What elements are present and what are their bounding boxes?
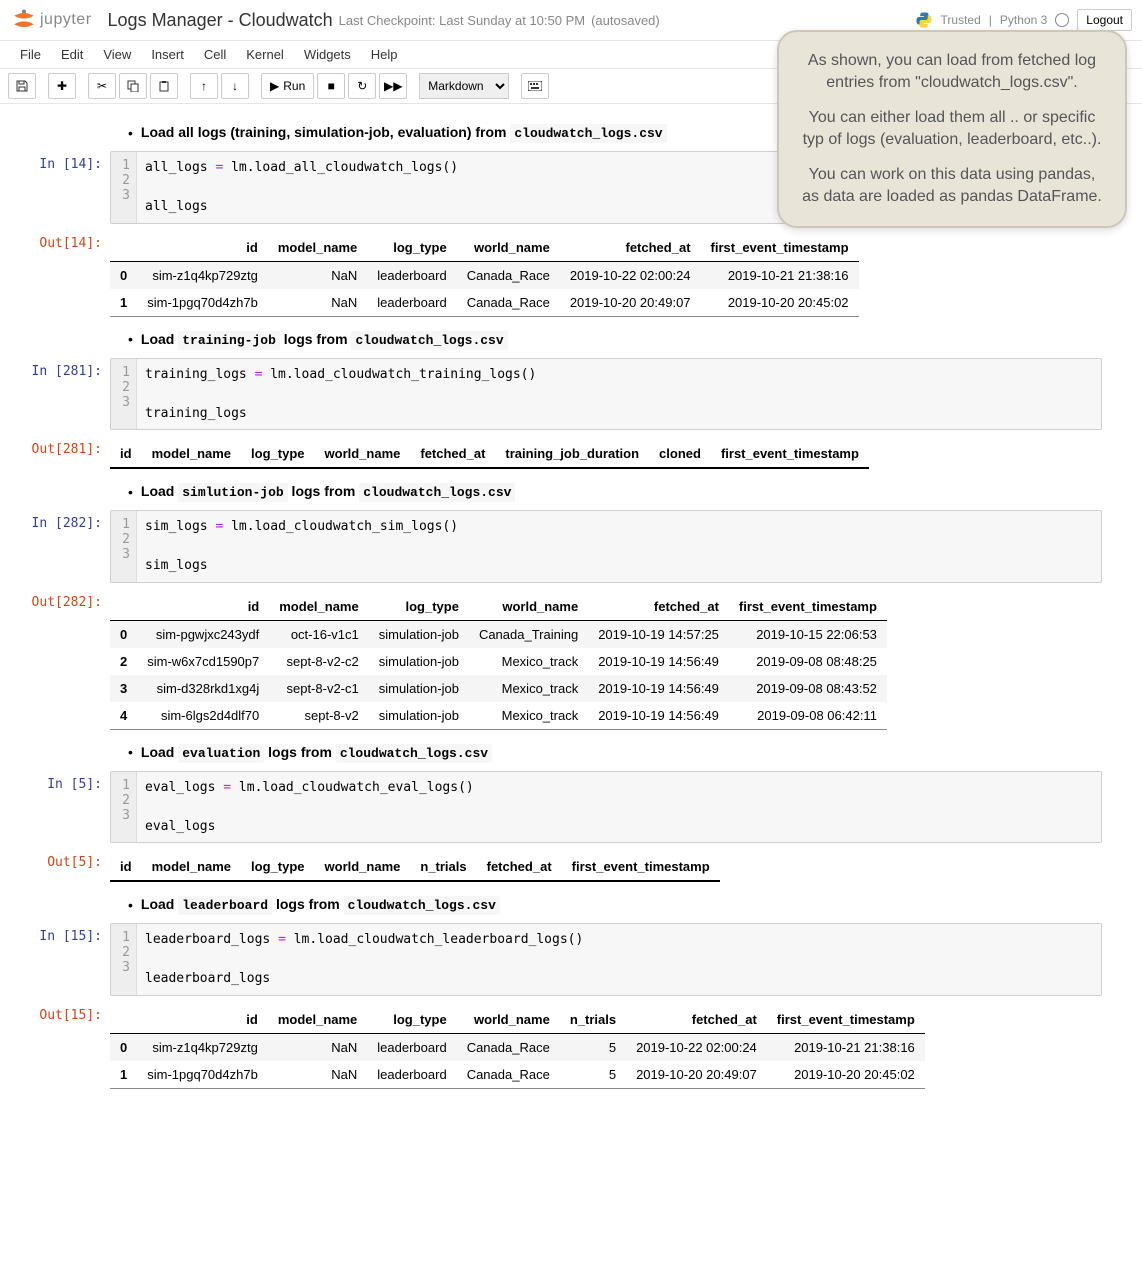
code-input[interactable]: 123 sim_logs = lm.load_cloudwatch_sim_lo… (110, 510, 1102, 583)
jupyter-logo[interactable]: jupyter (10, 6, 92, 34)
output-prompt: Out[15]: (10, 1002, 110, 1089)
output-cell: Out[15]: idmodel_namelog_typeworld_namen… (10, 1002, 1102, 1089)
output-cell: Out[5]: idmodel_namelog_typeworld_namen_… (10, 849, 1102, 882)
add-cell-button[interactable]: ✚ (48, 73, 76, 99)
code-cell[interactable]: In [5]: 123 eval_logs = lm.load_cloudwat… (10, 771, 1102, 844)
code-input[interactable]: 123 training_logs = lm.load_cloudwatch_t… (110, 358, 1102, 431)
output-cell: Out[281]: idmodel_namelog_typeworld_name… (10, 436, 1102, 469)
notebook-body: •Load all logs (training, simulation-job… (0, 104, 1142, 1143)
output-prompt: Out[5]: (10, 849, 110, 882)
menu-file[interactable]: File (10, 41, 51, 68)
paste-button[interactable] (150, 73, 178, 99)
menu-kernel[interactable]: Kernel (236, 41, 294, 68)
output-cell: Out[14]: idmodel_namelog_typeworld_namef… (10, 230, 1102, 317)
input-prompt: In [15]: (10, 923, 110, 996)
tooltip-text: As shown, you can load from fetched log … (799, 50, 1105, 95)
dataframe-table: idmodel_namelog_typeworld_namen_trialsfe… (110, 1006, 925, 1089)
menu-cell[interactable]: Cell (194, 41, 236, 68)
tooltip-text: You can work on this data using pandas, … (799, 164, 1105, 209)
line-gutter: 123 (111, 152, 137, 223)
markdown-cell[interactable]: •Load simlution-job logs from cloudwatch… (120, 483, 1102, 500)
code-input[interactable]: 123 leaderboard_logs = lm.load_cloudwatc… (110, 923, 1102, 996)
markdown-cell[interactable]: •Load evaluation logs from cloudwatch_lo… (120, 744, 1102, 761)
dataframe-table: idmodel_namelog_typeworld_namefetched_at… (110, 234, 859, 317)
input-prompt: In [5]: (10, 771, 110, 844)
autosaved-text: (autosaved) (591, 13, 660, 28)
cell-type-select[interactable]: Markdown (419, 73, 509, 99)
copy-button[interactable] (119, 73, 147, 99)
input-prompt: In [14]: (10, 151, 110, 224)
kernel-label[interactable]: Python 3 (1000, 13, 1047, 27)
move-up-button[interactable]: ↑ (190, 73, 218, 99)
dataframe-table: idmodel_namelog_typeworld_namen_trialsfe… (110, 853, 720, 882)
output-prompt: Out[281]: (10, 436, 110, 469)
menu-view[interactable]: View (93, 41, 141, 68)
move-down-button[interactable]: ↓ (221, 73, 249, 99)
tooltip-text: You can either load them all .. or speci… (799, 107, 1105, 152)
markdown-cell[interactable]: •Load training-job logs from cloudwatch_… (120, 331, 1102, 348)
fast-forward-button[interactable]: ▶▶ (379, 73, 407, 99)
code-input[interactable]: 123 eval_logs = lm.load_cloudwatch_eval_… (110, 771, 1102, 844)
python-icon (915, 11, 933, 29)
save-button[interactable] (8, 73, 36, 99)
menu-help[interactable]: Help (361, 41, 408, 68)
markdown-cell[interactable]: •Load leaderboard logs from cloudwatch_l… (120, 896, 1102, 913)
code-cell[interactable]: In [282]: 123 sim_logs = lm.load_cloudwa… (10, 510, 1102, 583)
output-cell: Out[282]: idmodel_namelog_typeworld_name… (10, 589, 1102, 730)
restart-button[interactable]: ↻ (348, 73, 376, 99)
run-button[interactable]: ▶Run (261, 73, 314, 99)
input-prompt: In [281]: (10, 358, 110, 431)
output-prompt: Out[14]: (10, 230, 110, 317)
notebook-title[interactable]: Logs Manager - Cloudwatch (108, 10, 333, 31)
stop-button[interactable]: ■ (317, 73, 345, 99)
kernel-indicator-icon (1055, 13, 1069, 27)
menu-widgets[interactable]: Widgets (294, 41, 361, 68)
menu-insert[interactable]: Insert (141, 41, 194, 68)
dataframe-table: idmodel_namelog_typeworld_namefetched_at… (110, 593, 887, 730)
trusted-label[interactable]: Trusted (941, 13, 981, 27)
checkpoint-text: Last Checkpoint: Last Sunday at 10:50 PM (339, 13, 585, 28)
cut-button[interactable]: ✂ (88, 73, 116, 99)
menu-edit[interactable]: Edit (51, 41, 93, 68)
output-prompt: Out[282]: (10, 589, 110, 730)
code-cell[interactable]: In [15]: 123 leaderboard_logs = lm.load_… (10, 923, 1102, 996)
input-prompt: In [282]: (10, 510, 110, 583)
logout-button[interactable]: Logout (1077, 9, 1132, 31)
command-palette-button[interactable] (521, 73, 549, 99)
help-tooltip: As shown, you can load from fetched log … (777, 30, 1127, 228)
dataframe-table: idmodel_namelog_typeworld_namefetched_at… (110, 440, 869, 469)
code-cell[interactable]: In [281]: 123 training_logs = lm.load_cl… (10, 358, 1102, 431)
